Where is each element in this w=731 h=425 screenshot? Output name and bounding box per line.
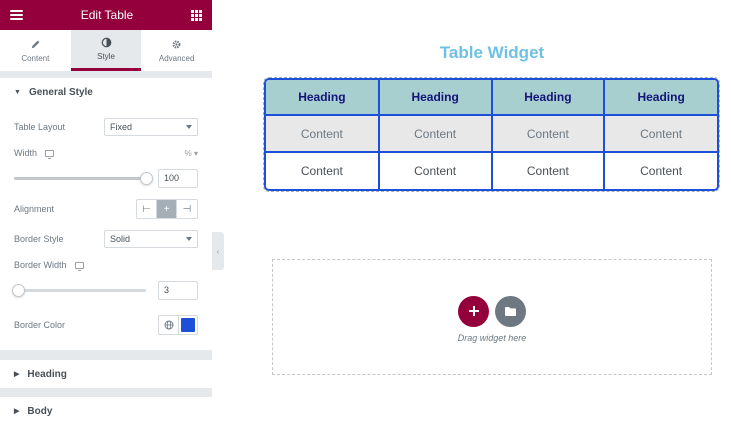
table-header-cell[interactable]: Heading (266, 80, 380, 116)
table-layout-value: Fixed (110, 122, 133, 132)
folder-icon (505, 306, 516, 316)
border-width-label: Border Width (14, 260, 67, 270)
table-cell[interactable]: Content (490, 151, 606, 189)
width-input[interactable]: 100 (158, 168, 198, 188)
section-general-style[interactable]: ▼ General Style (0, 78, 212, 106)
apps-grid-icon[interactable] (190, 9, 202, 21)
half-circle-icon (101, 37, 111, 48)
pencil-icon (31, 40, 40, 48)
alignment-choices: ⊢ + ⊣ (136, 199, 198, 219)
globe-icon[interactable] (159, 316, 179, 334)
add-template-button[interactable] (495, 295, 526, 327)
section-body[interactable]: ▶ Body (0, 397, 212, 425)
align-center-icon[interactable]: + (157, 200, 177, 218)
chevron-left-icon: ‹ (216, 246, 220, 256)
border-color-swatch[interactable] (181, 318, 195, 332)
control-alignment: Alignment ⊢ + ⊣ (14, 196, 198, 222)
add-section-button[interactable] (458, 295, 489, 327)
table-cell[interactable]: Content (266, 151, 380, 189)
width-unit-select[interactable]: % ▾ (185, 149, 198, 158)
panel-header: Edit Table (0, 0, 212, 30)
caret-down-icon: ▼ (14, 88, 21, 96)
section-general-style-label: General Style (28, 86, 93, 98)
table-header-row: Heading Heading Heading Heading (266, 80, 717, 116)
widget-drop-zone[interactable]: Drag widget here (272, 259, 712, 375)
data-table: Heading Heading Heading Heading Content … (266, 80, 717, 189)
tab-style-label: Style (97, 52, 115, 61)
table-cell[interactable]: Content (377, 114, 493, 153)
tab-content[interactable]: Content (0, 30, 71, 71)
panel-collapse-handle[interactable]: ‹ (212, 232, 224, 270)
control-width: Width % ▾ (14, 140, 198, 166)
table-widget[interactable]: Heading Heading Heading Heading Content … (263, 77, 720, 192)
border-width-slider-handle[interactable] (11, 283, 25, 297)
border-width-input[interactable]: 3 (158, 280, 198, 300)
section-heading-label: Heading (27, 368, 67, 380)
section-body-label: Body (27, 405, 53, 417)
border-width-slider-track[interactable] (11, 283, 146, 297)
desktop-icon[interactable] (74, 261, 84, 271)
control-border-style: Border Style Solid (14, 226, 198, 252)
plus-icon (468, 306, 479, 316)
table-cell[interactable]: Content (490, 114, 606, 153)
menu-icon[interactable] (10, 10, 23, 20)
border-style-label: Border Style (14, 234, 64, 244)
chevron-down-icon (186, 125, 192, 129)
border-color-control (158, 315, 198, 335)
tab-advanced-label: Advanced (158, 53, 195, 63)
width-label-group: Width (14, 148, 55, 159)
table-layout-select[interactable]: Fixed (104, 118, 198, 136)
panel-title: Edit Table (80, 8, 134, 22)
widget-title: Table Widget (439, 43, 545, 62)
desktop-icon[interactable] (45, 149, 55, 159)
align-left-icon[interactable]: ⊢ (137, 200, 157, 218)
gear-icon (172, 40, 181, 48)
align-right-icon[interactable]: ⊣ (177, 200, 197, 218)
tab-content-label: Content (21, 53, 50, 63)
caret-right-icon: ▶ (14, 408, 20, 415)
border-width-label-group: Border Width (14, 260, 84, 271)
border-color-label: Border Color (14, 320, 66, 330)
general-style-controls: Table Layout Fixed Width % ▾ 100 Alignme… (0, 106, 212, 350)
table-cell[interactable]: Content (266, 114, 380, 153)
border-style-select[interactable]: Solid (104, 230, 198, 248)
table-layout-label: Table Layout (14, 122, 66, 132)
tab-advanced[interactable]: Advanced (141, 30, 213, 71)
width-slider-track[interactable] (14, 171, 153, 185)
drop-zone-hint: Drag widget here (457, 332, 527, 343)
alignment-label: Alignment (14, 204, 55, 214)
table-header-cell[interactable]: Heading (490, 80, 606, 116)
width-slider-fill (14, 176, 146, 180)
section-heading[interactable]: ▶ Heading (0, 360, 212, 388)
width-label: Width (14, 148, 38, 158)
border-style-value: Solid (110, 234, 131, 244)
table-row: Content Content Content Content (266, 114, 717, 153)
table-cell[interactable]: Content (603, 151, 717, 189)
caret-right-icon: ▶ (14, 371, 20, 378)
table-header-cell[interactable]: Heading (377, 80, 493, 116)
control-border-width: Border Width (14, 252, 198, 278)
tab-style[interactable]: Style (70, 30, 142, 71)
width-slider-row: 100 (14, 166, 198, 190)
table-cell[interactable]: Content (377, 151, 493, 189)
editor-panel: Edit Table Content Style Advanced ▼ Gene… (0, 0, 213, 425)
border-width-slider-row: 3 (11, 278, 198, 302)
table-cell[interactable]: Content (603, 114, 717, 153)
table-row: Content Content Content Content (266, 151, 717, 189)
control-table-layout: Table Layout Fixed (14, 114, 198, 140)
control-border-color: Border Color (14, 310, 198, 340)
panel-tabs: Content Style Advanced (0, 30, 213, 72)
preview-canvas: Table Widget Heading Heading Heading Hea… (224, 0, 731, 425)
width-slider-handle[interactable] (140, 171, 153, 185)
width-unit: % (184, 148, 192, 158)
drop-zone-buttons (458, 295, 526, 327)
chevron-down-icon (186, 237, 192, 241)
table-header-cell[interactable]: Heading (603, 80, 717, 116)
